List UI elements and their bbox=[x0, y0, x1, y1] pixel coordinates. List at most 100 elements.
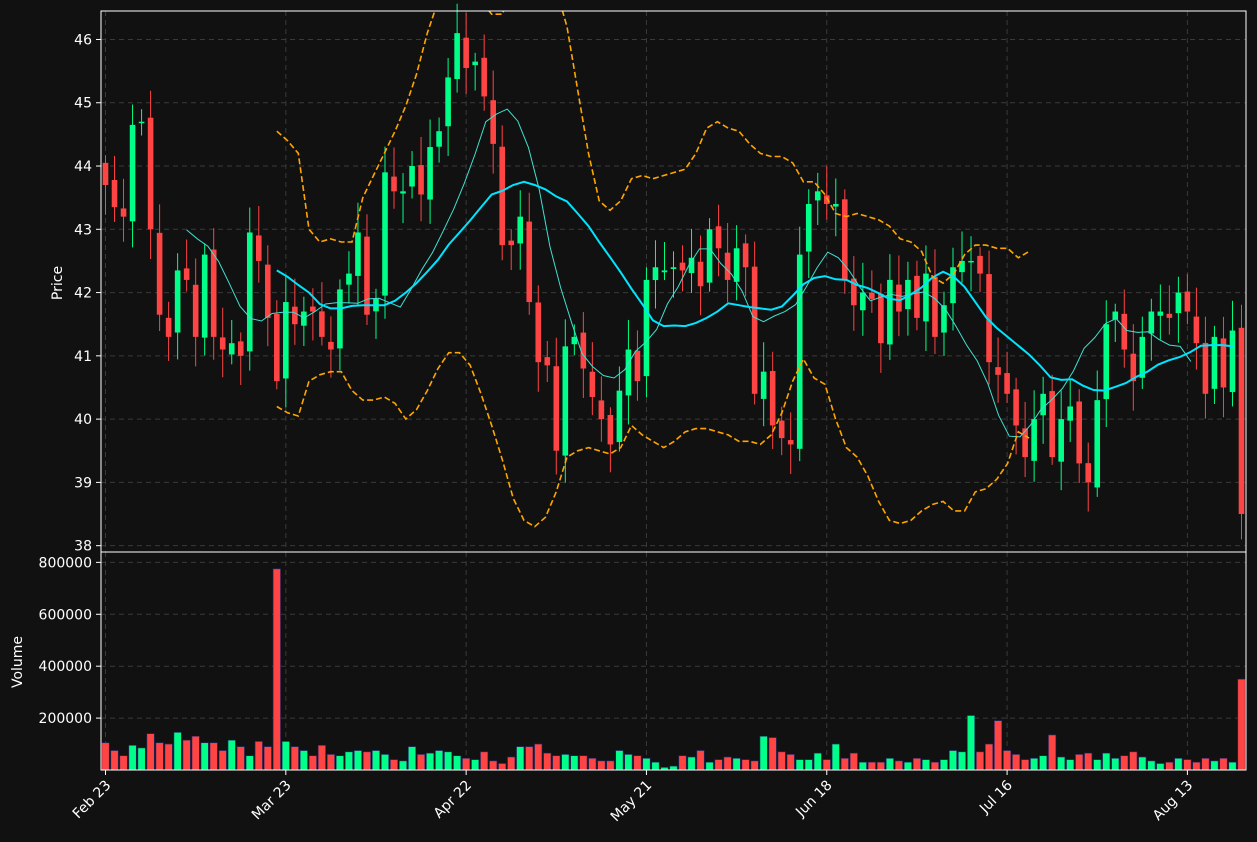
candle-body bbox=[832, 203, 839, 207]
volume-bar bbox=[317, 745, 326, 771]
candle-body bbox=[219, 337, 226, 350]
volume-bar bbox=[408, 746, 417, 771]
price-tick-label: 41 bbox=[74, 349, 92, 365]
volume-bar bbox=[371, 750, 380, 771]
volume-bar bbox=[507, 756, 516, 771]
volume-bar bbox=[471, 759, 480, 771]
volume-bar bbox=[741, 759, 750, 771]
volume-bar bbox=[777, 751, 786, 771]
volume-bar bbox=[813, 752, 822, 771]
volume-bar bbox=[1102, 752, 1111, 771]
volume-bar bbox=[498, 763, 507, 771]
candle-body bbox=[535, 302, 542, 363]
candle-body bbox=[1004, 373, 1010, 394]
volume-bar bbox=[200, 742, 209, 771]
volume-bar bbox=[687, 756, 696, 771]
volume-bar bbox=[299, 750, 308, 771]
candle-body bbox=[517, 216, 524, 244]
candle-body bbox=[1076, 401, 1083, 464]
candle-body bbox=[1229, 330, 1236, 393]
volume-bar bbox=[281, 741, 290, 771]
candle-body bbox=[255, 235, 262, 261]
volume-bar bbox=[426, 752, 435, 771]
candle-body bbox=[210, 249, 217, 337]
candle-body bbox=[409, 166, 415, 187]
candle-body bbox=[562, 346, 569, 456]
candle-body bbox=[751, 266, 758, 394]
candle-body bbox=[896, 284, 902, 312]
volume-bar bbox=[245, 755, 254, 771]
volume-bar bbox=[1138, 756, 1147, 771]
candle-body bbox=[328, 341, 334, 350]
volume-bar bbox=[1165, 761, 1174, 771]
volume-bar bbox=[1003, 750, 1012, 771]
candle-body bbox=[1157, 311, 1164, 316]
volume-bar bbox=[678, 755, 687, 771]
candle-body bbox=[544, 357, 551, 366]
candle-body bbox=[436, 131, 442, 147]
candle-body bbox=[364, 236, 370, 315]
candle-body bbox=[237, 341, 244, 356]
volume-bar bbox=[390, 759, 399, 771]
candle-body bbox=[1013, 389, 1019, 426]
volume-bar bbox=[164, 743, 173, 771]
candle-body bbox=[679, 262, 686, 271]
volume-bar bbox=[795, 759, 804, 771]
volume-bar bbox=[786, 754, 795, 771]
candle-body bbox=[490, 100, 496, 144]
volume-bar bbox=[958, 751, 967, 771]
candle-body bbox=[769, 370, 776, 426]
volume-bar bbox=[227, 739, 236, 771]
volume-bar bbox=[1030, 758, 1039, 771]
volume-bar bbox=[1237, 678, 1246, 771]
candle-body bbox=[1193, 316, 1200, 344]
volume-bar bbox=[344, 751, 353, 771]
candle-body bbox=[111, 179, 118, 208]
candle-body bbox=[670, 267, 677, 269]
candle-body bbox=[418, 165, 424, 195]
candle-body bbox=[1175, 292, 1182, 314]
volume-bar bbox=[732, 758, 741, 771]
volume-bar bbox=[525, 746, 534, 771]
candle-body bbox=[661, 270, 668, 273]
price-tick-label: 38 bbox=[74, 539, 92, 555]
candle-body bbox=[319, 311, 325, 337]
volume-bar bbox=[606, 760, 615, 771]
candle-body bbox=[1238, 327, 1245, 515]
candle-body bbox=[869, 292, 875, 299]
candle-body bbox=[1184, 291, 1191, 312]
volume-bar bbox=[948, 750, 957, 771]
volume-bar bbox=[876, 761, 885, 771]
volume-bar bbox=[1012, 754, 1021, 771]
candle-body bbox=[472, 61, 478, 66]
volume-bar bbox=[444, 751, 453, 771]
candle-body bbox=[400, 191, 406, 194]
candle-body bbox=[120, 208, 127, 217]
candle-body bbox=[878, 293, 884, 344]
volume-bar bbox=[1075, 754, 1084, 771]
volume-bar bbox=[534, 743, 543, 771]
candle-body bbox=[932, 276, 938, 337]
candle-body bbox=[805, 203, 812, 252]
candle-body bbox=[283, 302, 289, 379]
candle-body bbox=[1166, 313, 1173, 318]
candle-body bbox=[481, 57, 487, 97]
volume-bar bbox=[768, 737, 777, 771]
candle-body bbox=[589, 371, 596, 397]
candle-body bbox=[499, 146, 505, 246]
volume-bar bbox=[804, 759, 813, 771]
candle-body bbox=[1040, 393, 1046, 416]
candle-body bbox=[147, 117, 154, 230]
volume-bar bbox=[867, 761, 876, 771]
volume-bar bbox=[101, 742, 110, 771]
volume-bar bbox=[858, 761, 867, 771]
volume-bar bbox=[1192, 761, 1201, 771]
candle-body bbox=[1067, 406, 1073, 421]
candle-body bbox=[1139, 336, 1146, 378]
volume-bar bbox=[263, 746, 272, 771]
candle-body bbox=[625, 349, 632, 396]
candle-body bbox=[1094, 400, 1101, 488]
candle-body bbox=[292, 306, 298, 325]
candle-body bbox=[995, 367, 1001, 375]
volume-bar bbox=[624, 754, 633, 771]
